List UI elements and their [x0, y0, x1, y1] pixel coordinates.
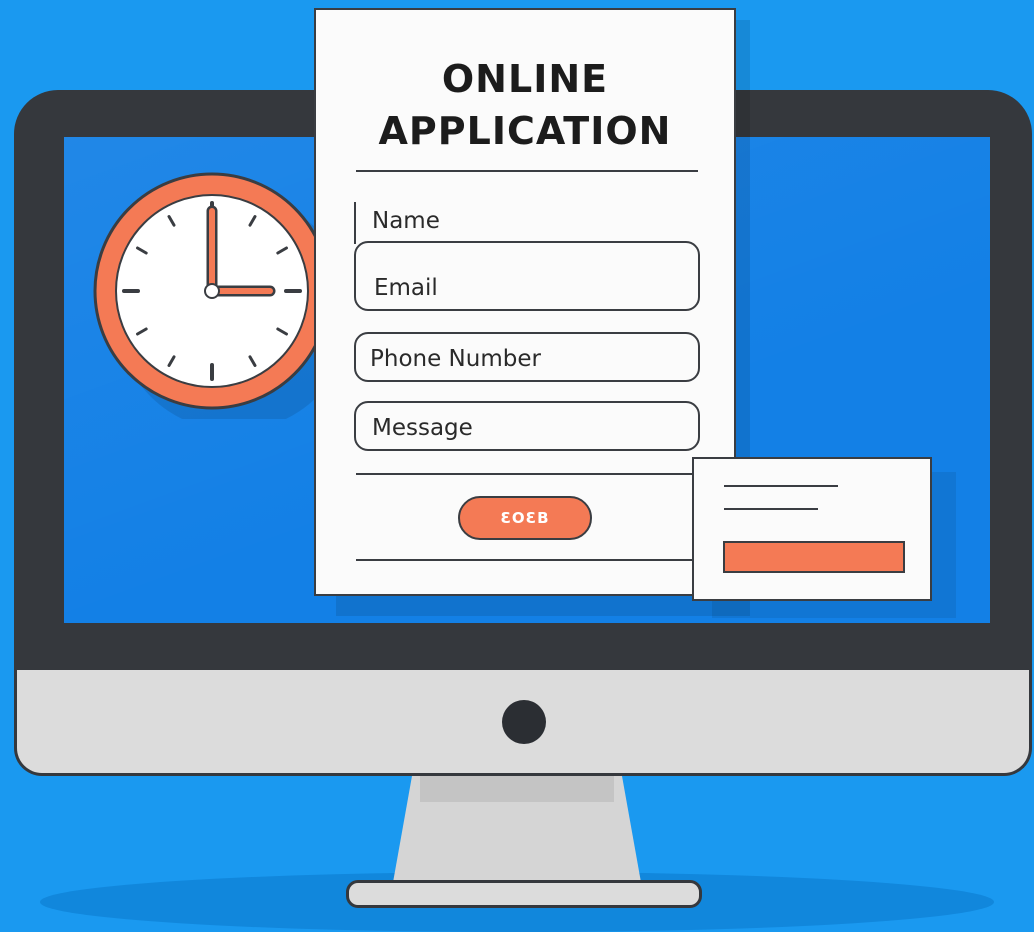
mini-card-button[interactable]	[723, 541, 905, 573]
phone-number-field[interactable]: Phone Number	[354, 332, 700, 382]
form-title-line2: APPLICATION	[378, 109, 672, 153]
message-field-label: Message	[372, 415, 473, 441]
confirmation-card	[692, 457, 932, 601]
phone-number-field-label: Phone Number	[370, 346, 541, 372]
form-divider-top	[356, 473, 698, 475]
mini-card-line-1	[724, 485, 838, 487]
monitor-base	[346, 880, 702, 908]
monitor-stand-shadow	[420, 776, 614, 802]
message-field[interactable]: Message	[354, 401, 700, 451]
submit-button[interactable]: ƐOƐB	[458, 496, 592, 540]
monitor-dot	[502, 700, 546, 744]
name-field-label: Name	[372, 208, 440, 234]
application-form: ONLINE APPLICATION Name Email Phone Numb…	[314, 8, 736, 596]
clock-icon	[93, 172, 340, 419]
form-title-line1: ONLINE	[441, 57, 609, 101]
title-divider	[356, 170, 698, 172]
email-field[interactable]: Email	[354, 241, 700, 311]
form-divider-bottom	[356, 559, 698, 561]
mini-card-line-2	[724, 508, 818, 510]
email-field-label: Email	[374, 275, 438, 301]
name-field-edge	[354, 202, 356, 244]
